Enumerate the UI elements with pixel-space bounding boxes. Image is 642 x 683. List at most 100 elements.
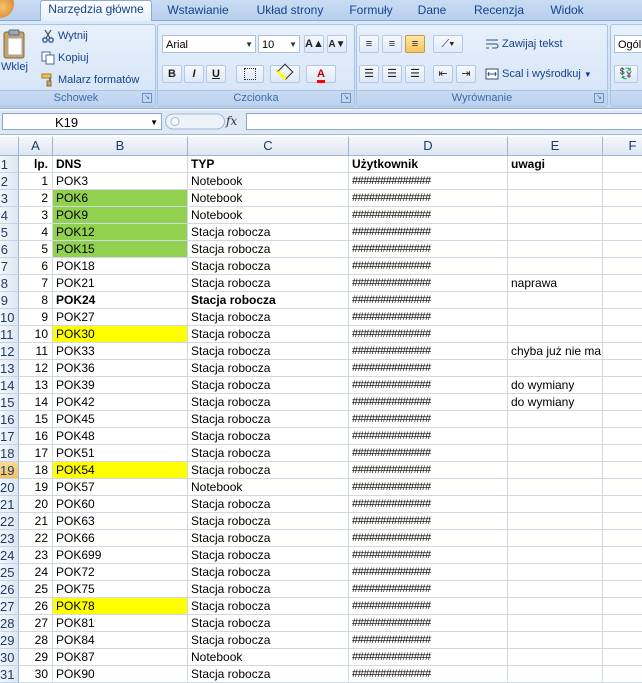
formula-input[interactable]	[246, 113, 642, 130]
cell-user[interactable]: ##############	[349, 632, 508, 649]
cell-typ[interactable]: Stacja robocza	[188, 275, 349, 292]
cell-notes[interactable]	[508, 598, 603, 615]
font-color-button[interactable]: A	[306, 65, 336, 83]
cell-typ[interactable]: Stacja robocza	[188, 530, 349, 547]
cell-f[interactable]	[603, 530, 642, 547]
cell-typ[interactable]: Stacja robocza	[188, 581, 349, 598]
cell-dns[interactable]: POK90	[53, 666, 188, 683]
row-header[interactable]: 31	[0, 666, 19, 683]
cell-dns[interactable]: POK30	[53, 326, 188, 343]
cell-f[interactable]	[603, 377, 642, 394]
cell-notes[interactable]: do wymiany	[508, 394, 603, 411]
align-top-button[interactable]: ≡	[359, 35, 379, 53]
cell-notes[interactable]	[508, 462, 603, 479]
cell-notes[interactable]	[508, 190, 603, 207]
font-size-combo[interactable]: 10 ▼	[258, 35, 300, 53]
cell-typ[interactable]: Stacja robocza	[188, 632, 349, 649]
decrease-indent-button[interactable]: ⇤	[433, 65, 453, 83]
cell-f[interactable]	[603, 309, 642, 326]
cell-typ[interactable]: Stacja robocza	[188, 326, 349, 343]
cell-lp[interactable]: 17	[19, 445, 53, 462]
header-cell-lp[interactable]: lp.	[19, 156, 53, 173]
copy-button[interactable]: Kopiuj	[41, 51, 89, 65]
header-cell-notes[interactable]: uwagi	[508, 156, 603, 173]
cell-user[interactable]: ##############	[349, 428, 508, 445]
cell-user[interactable]: ##############	[349, 530, 508, 547]
row-header[interactable]: 7	[0, 258, 19, 275]
cell-typ[interactable]: Stacja robocza	[188, 258, 349, 275]
italic-button[interactable]: I	[184, 65, 204, 83]
cell-user[interactable]: ##############	[349, 292, 508, 309]
cell-dns[interactable]: POK87	[53, 649, 188, 666]
align-center-button[interactable]: ☰	[382, 65, 402, 83]
cell-f[interactable]	[603, 326, 642, 343]
cell-typ[interactable]: Stacja robocza	[188, 513, 349, 530]
cell-lp[interactable]: 4	[19, 224, 53, 241]
cell-f[interactable]	[603, 666, 642, 683]
row-header[interactable]: 21	[0, 496, 19, 513]
cell-user[interactable]: ##############	[349, 360, 508, 377]
cell-lp[interactable]: 16	[19, 428, 53, 445]
cell-typ[interactable]: Stacja robocza	[188, 496, 349, 513]
cell-typ[interactable]: Stacja robocza	[188, 564, 349, 581]
wrap-text-button[interactable]: Zawijaj tekst	[485, 37, 563, 51]
cell-f[interactable]	[603, 598, 642, 615]
cell-user[interactable]: ##############	[349, 411, 508, 428]
cell-typ[interactable]: Notebook	[188, 649, 349, 666]
cell-f[interactable]	[603, 479, 642, 496]
cell-notes[interactable]	[508, 309, 603, 326]
cell-dns[interactable]: POK699	[53, 547, 188, 564]
cell-dns[interactable]: POK27	[53, 309, 188, 326]
cell-user[interactable]: ##############	[349, 309, 508, 326]
cell-notes[interactable]	[508, 649, 603, 666]
row-header[interactable]: 8	[0, 275, 19, 292]
header-cell-typ[interactable]: TYP	[188, 156, 349, 173]
row-header[interactable]: 9	[0, 292, 19, 309]
row-header[interactable]: 26	[0, 581, 19, 598]
row-header[interactable]: 10	[0, 309, 19, 326]
cell-notes[interactable]	[508, 445, 603, 462]
cell-dns[interactable]: POK21	[53, 275, 188, 292]
cell-dns[interactable]: POK81	[53, 615, 188, 632]
cell-typ[interactable]: Stacja robocza	[188, 241, 349, 258]
underline-button[interactable]: U	[206, 65, 226, 83]
cell-lp[interactable]: 29	[19, 649, 53, 666]
number-format-combo[interactable]: Ogól	[614, 35, 642, 53]
cell-dns[interactable]: POK42	[53, 394, 188, 411]
cell-lp[interactable]: 8	[19, 292, 53, 309]
cell-lp[interactable]: 11	[19, 343, 53, 360]
cell-user[interactable]: ##############	[349, 190, 508, 207]
cell-notes[interactable]	[508, 547, 603, 564]
row-header[interactable]: 29	[0, 632, 19, 649]
cell-dns[interactable]: POK75	[53, 581, 188, 598]
cell-user[interactable]: ##############	[349, 207, 508, 224]
cell-f[interactable]	[603, 207, 642, 224]
cell-lp[interactable]: 15	[19, 411, 53, 428]
cell-lp[interactable]: 23	[19, 547, 53, 564]
tab-view[interactable]: Widok	[542, 2, 592, 20]
cell-notes[interactable]: chyba już nie ma	[508, 343, 603, 360]
cell-user[interactable]: ##############	[349, 547, 508, 564]
cell-dns[interactable]: POK15	[53, 241, 188, 258]
cell-dns[interactable]: POK54	[53, 462, 188, 479]
cell-lp[interactable]: 5	[19, 241, 53, 258]
cell-f[interactable]	[603, 564, 642, 581]
row-header[interactable]: 19	[0, 462, 19, 479]
align-middle-button[interactable]: ≡	[382, 35, 402, 53]
cell-user[interactable]: ##############	[349, 326, 508, 343]
cell-user[interactable]: ##############	[349, 258, 508, 275]
cell-typ[interactable]: Stacja robocza	[188, 394, 349, 411]
cell-notes[interactable]	[508, 530, 603, 547]
cell-notes[interactable]	[508, 326, 603, 343]
cell-dns[interactable]: POK39	[53, 377, 188, 394]
cell-lp[interactable]: 2	[19, 190, 53, 207]
cell-user[interactable]: ##############	[349, 343, 508, 360]
column-header-c[interactable]: C	[188, 137, 349, 155]
cell-notes[interactable]	[508, 564, 603, 581]
cell-lp[interactable]: 9	[19, 309, 53, 326]
cell-notes[interactable]: naprawa	[508, 275, 603, 292]
cell-notes[interactable]	[508, 411, 603, 428]
cell-notes[interactable]	[508, 632, 603, 649]
cell-dns[interactable]: POK84	[53, 632, 188, 649]
align-right-button[interactable]: ☰	[405, 65, 425, 83]
